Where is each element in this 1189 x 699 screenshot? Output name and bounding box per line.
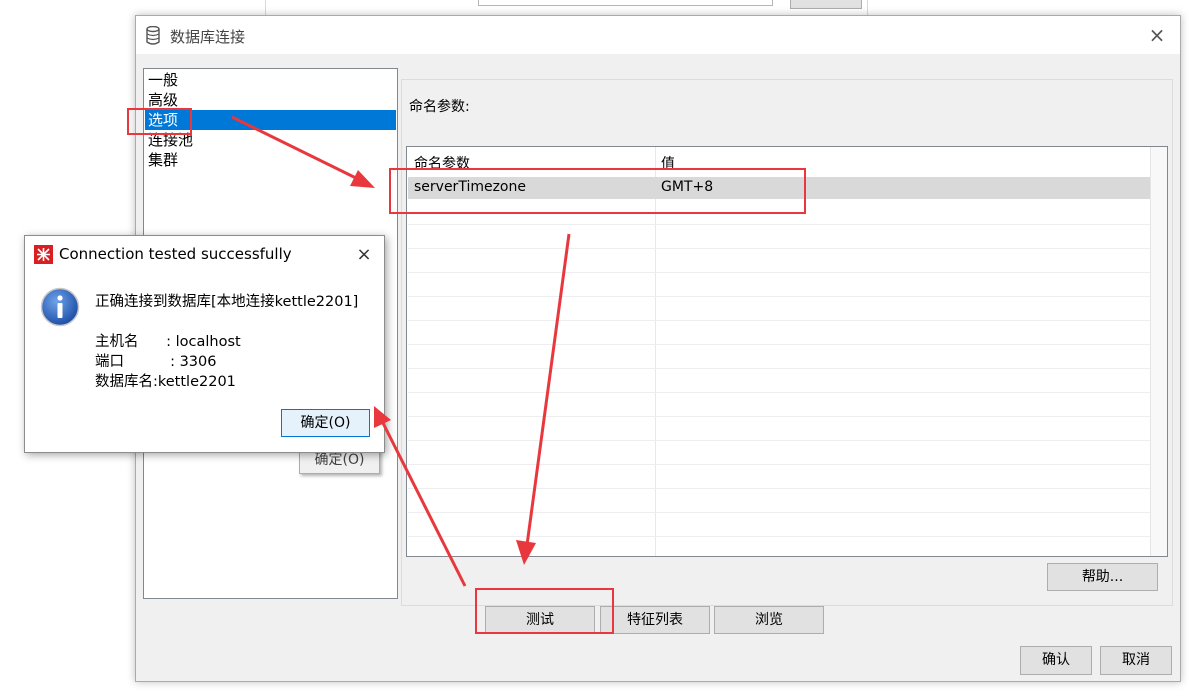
arrow-head (350, 170, 375, 188)
arrow-params-to-test (525, 233, 571, 546)
arrow-options-to-params (231, 115, 361, 182)
annotation-arrows (231, 115, 571, 587)
arrow-test-to-result (381, 422, 467, 587)
arrow-head (516, 540, 536, 565)
